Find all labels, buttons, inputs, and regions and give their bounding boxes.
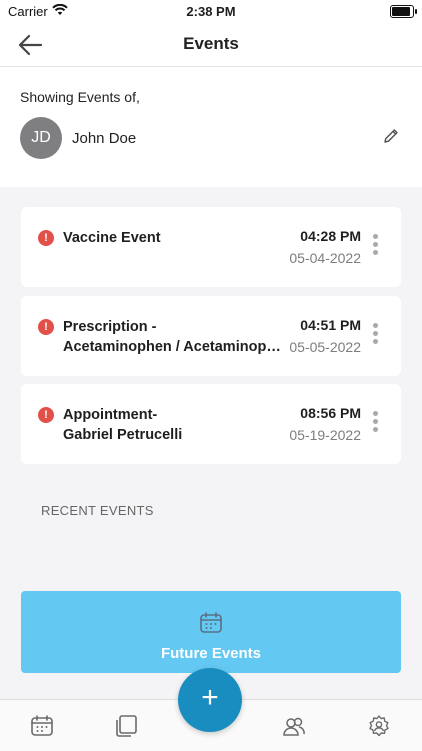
more-options-icon[interactable] bbox=[372, 411, 380, 437]
event-date: 05-05-2022 bbox=[289, 339, 361, 355]
profile-section: Showing Events of, JD John Doe bbox=[0, 67, 422, 187]
battery-icon bbox=[390, 5, 417, 18]
event-date: 05-04-2022 bbox=[289, 250, 361, 266]
event-title: Appointment- Gabriel Petrucelli bbox=[63, 407, 183, 443]
avatar: JD bbox=[20, 117, 62, 159]
event-card[interactable]: ! Appointment- Gabriel Petrucelli 08:56 … bbox=[21, 384, 401, 464]
add-event-button[interactable]: + bbox=[178, 668, 242, 732]
profile-name: John Doe bbox=[72, 130, 137, 147]
event-card[interactable]: ! Vaccine Event 04:28 PM 05-04-2022 bbox=[21, 207, 401, 287]
page-title: Events bbox=[183, 34, 239, 53]
alert-icon: ! bbox=[38, 230, 54, 246]
settings-icon[interactable] bbox=[367, 714, 391, 738]
recent-events-heading: RECENT EVENTS bbox=[41, 503, 154, 518]
event-time: 08:56 PM bbox=[300, 405, 361, 421]
people-icon[interactable] bbox=[282, 714, 306, 738]
clock: 2:38 PM bbox=[186, 4, 236, 19]
documents-icon[interactable] bbox=[114, 714, 138, 738]
showing-events-label: Showing Events of, bbox=[20, 89, 140, 105]
calendar-icon bbox=[200, 612, 222, 633]
event-title: Prescription - Acetaminophen / Acetamino… bbox=[63, 319, 283, 355]
alert-icon: ! bbox=[38, 319, 54, 335]
status-bar: Carrier 2:38 PM bbox=[0, 0, 422, 24]
future-events-label: Future Events bbox=[160, 645, 262, 662]
event-time: 04:28 PM bbox=[300, 228, 361, 244]
more-options-icon[interactable] bbox=[372, 234, 380, 260]
future-events-button[interactable]: Future Events bbox=[21, 591, 401, 673]
event-time: 04:51 PM bbox=[300, 317, 361, 333]
event-card[interactable]: ! Prescription - Acetaminophen / Acetami… bbox=[21, 296, 401, 376]
more-options-icon[interactable] bbox=[372, 323, 380, 349]
event-title: Vaccine Event bbox=[63, 230, 161, 246]
event-date: 05-19-2022 bbox=[289, 427, 361, 443]
edit-pencil-icon[interactable] bbox=[382, 127, 400, 145]
nav-header: Events bbox=[0, 24, 422, 67]
calendar-icon[interactable] bbox=[30, 714, 54, 738]
alert-icon: ! bbox=[38, 407, 54, 423]
